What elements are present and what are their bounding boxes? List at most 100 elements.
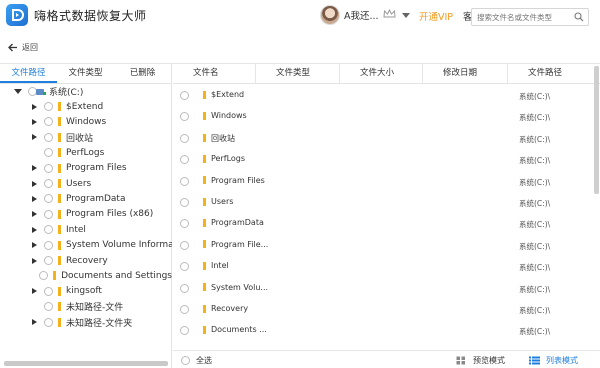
tab-file-type[interactable]: 文件类型 (57, 64, 114, 83)
select-all-radio[interactable] (181, 356, 190, 365)
row-radio[interactable] (180, 305, 189, 314)
back-button[interactable]: 返回 (8, 42, 38, 53)
tree-radio[interactable] (44, 302, 53, 312)
tree-item[interactable]: ProgramData (0, 191, 172, 206)
row-radio[interactable] (180, 262, 189, 272)
table-row[interactable]: Recovery 系统(C:)\ (173, 299, 600, 320)
file-name: ProgramData (211, 218, 264, 228)
column-header-date[interactable]: 修改日期 (423, 64, 508, 84)
table-row[interactable]: Program File... 系统(C:)\ (173, 235, 600, 256)
tree-item[interactable]: $Extend (0, 99, 172, 114)
table-row[interactable]: PerfLogs 系统(C:)\ (173, 149, 600, 170)
expand-arrow-icon[interactable] (32, 134, 37, 141)
username[interactable]: A我还... (344, 8, 379, 22)
tree-item[interactable]: 未知路径-文件 (0, 299, 172, 314)
expand-arrow-icon[interactable] (32, 226, 37, 233)
tree-item[interactable]: System Volume Informa (0, 238, 172, 253)
tab-file-path[interactable]: 文件路径 (0, 64, 57, 83)
expand-arrow-icon[interactable] (32, 118, 37, 125)
tree-item[interactable]: kingsoft (0, 284, 172, 299)
row-radio[interactable] (180, 155, 189, 165)
tree-radio[interactable] (44, 148, 53, 158)
row-radio[interactable] (180, 326, 189, 336)
tree-item[interactable]: Intel (0, 222, 172, 237)
row-radio[interactable] (180, 91, 189, 100)
search-input[interactable] (471, 8, 589, 26)
tree-item[interactable]: Documents and Settings (0, 268, 172, 283)
expand-arrow-icon[interactable] (14, 89, 22, 94)
tree-item[interactable]: Windows (0, 114, 172, 129)
tree-item[interactable]: 回收站 (0, 130, 172, 145)
tree-item[interactable]: PerfLogs (0, 145, 172, 160)
expand-arrow-icon[interactable] (32, 288, 37, 295)
expand-arrow-icon[interactable] (32, 257, 37, 264)
tree-item-label: Program Files (66, 163, 127, 174)
back-label: 返回 (22, 43, 38, 52)
column-header-path[interactable]: 文件路径 (508, 64, 600, 84)
tree-radio[interactable] (44, 163, 53, 173)
folder-icon (58, 209, 61, 219)
tree-radio[interactable] (44, 117, 53, 127)
table-row[interactable]: 回收站 系统(C:)\ (173, 128, 600, 149)
tree-radio[interactable] (39, 271, 49, 281)
table-row[interactable]: ProgramData 系统(C:)\ (173, 213, 600, 234)
tree-item[interactable]: Program Files (x86) (0, 207, 172, 222)
tree-radio[interactable] (44, 179, 53, 188)
expand-arrow-icon[interactable] (32, 195, 37, 202)
select-all-checkbox[interactable]: 全选 (181, 355, 212, 366)
row-radio[interactable] (180, 112, 189, 122)
tree-radio[interactable] (44, 286, 53, 296)
tree-item-label: Documents and Settings (61, 270, 172, 281)
tree-item[interactable]: 未知路径-文件夹 (0, 315, 172, 330)
column-header-size[interactable]: 文件大小 (340, 64, 423, 84)
table-row[interactable]: Users 系统(C:)\ (173, 192, 600, 213)
tree-radio[interactable] (44, 132, 53, 142)
column-header-name[interactable]: 文件名 (173, 64, 256, 84)
tree-radio[interactable] (44, 225, 53, 235)
tree-root[interactable]: 系统(C:) (0, 84, 172, 99)
row-radio[interactable] (180, 176, 189, 186)
row-radio[interactable] (180, 283, 189, 293)
tree-radio[interactable] (44, 256, 53, 265)
expand-arrow-icon[interactable] (32, 165, 37, 172)
row-radio[interactable] (180, 219, 189, 229)
expand-arrow-icon[interactable] (32, 211, 37, 218)
chevron-down-icon[interactable] (401, 12, 410, 18)
list-mode-button[interactable]: 列表模式 (529, 355, 578, 366)
vertical-scrollbar[interactable] (594, 66, 599, 194)
expand-arrow-icon[interactable] (32, 180, 37, 187)
open-vip-link[interactable]: 开通VIP (419, 9, 453, 23)
row-radio[interactable] (180, 198, 189, 207)
table-row[interactable]: $Extend 系统(C:)\ (173, 85, 600, 106)
row-radio[interactable] (180, 133, 189, 143)
expand-arrow-icon[interactable] (32, 319, 37, 326)
preview-mode-button[interactable]: 预览模式 (456, 355, 505, 366)
search-icon[interactable] (574, 12, 584, 25)
folder-icon (58, 117, 61, 127)
expand-arrow-icon[interactable] (32, 242, 37, 249)
tree-radio[interactable] (44, 102, 53, 111)
expand-arrow-icon[interactable] (32, 103, 37, 110)
table-row[interactable]: System Volu... 系统(C:)\ (173, 278, 600, 299)
tree-radio[interactable] (44, 209, 53, 219)
avatar[interactable] (320, 5, 340, 25)
folder-icon (58, 256, 61, 265)
tree-radio[interactable] (44, 194, 53, 204)
tree-radio[interactable] (44, 240, 53, 250)
horizontal-scrollbar[interactable] (4, 361, 168, 366)
tree-radio[interactable] (44, 317, 53, 327)
folder-icon (58, 179, 61, 188)
row-radio[interactable] (180, 240, 189, 250)
user-account[interactable]: A我还... (320, 4, 410, 26)
column-header-type[interactable]: 文件类型 (256, 64, 340, 84)
table-row[interactable]: Program Files 系统(C:)\ (173, 171, 600, 192)
table-row[interactable]: Intel 系统(C:)\ (173, 256, 600, 277)
table-row[interactable]: Windows 系统(C:)\ (173, 106, 600, 127)
tree-item[interactable]: Recovery (0, 253, 172, 268)
file-name-cell: Documents ... (203, 325, 267, 334)
tab-deleted[interactable]: 已删除 (114, 64, 171, 83)
tree-item[interactable]: Users (0, 176, 172, 191)
table-row[interactable]: Documents ... 系统(C:)\ (173, 320, 600, 341)
tree-item[interactable]: Program Files (0, 161, 172, 176)
folder-icon (203, 111, 206, 120)
